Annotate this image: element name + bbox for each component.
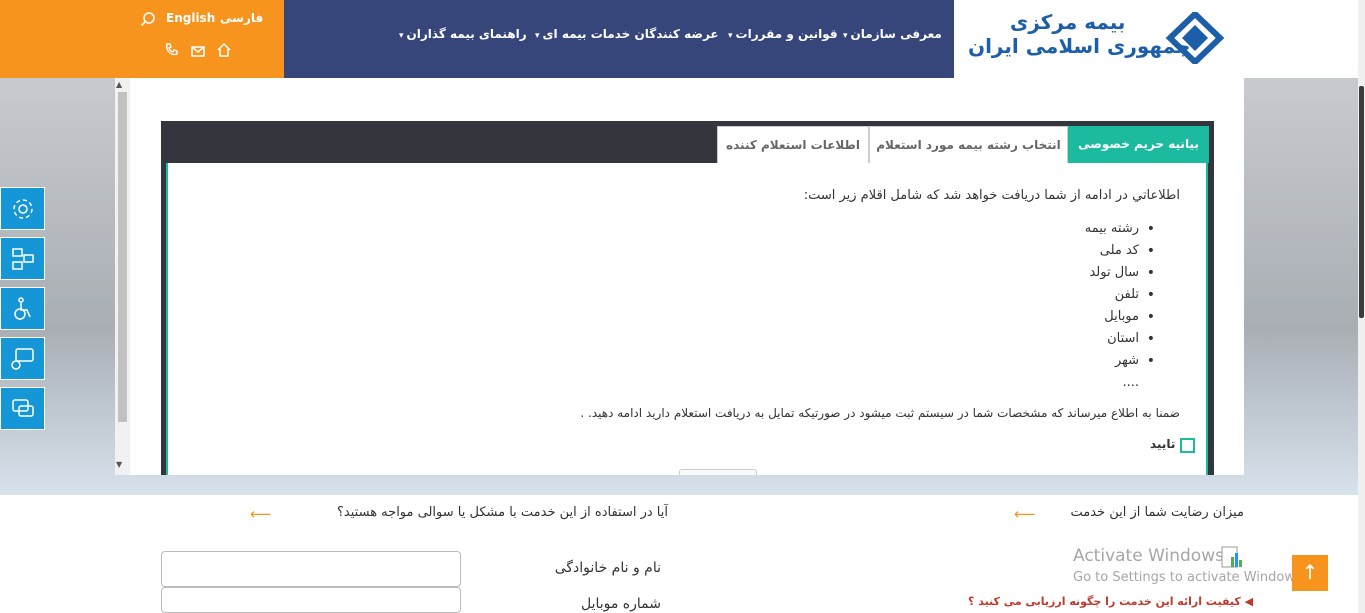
logo-subtitle: جمهوری اسلامی ایران	[968, 34, 1191, 58]
settings-button[interactable]	[0, 187, 45, 230]
nav-laws[interactable]: ▾ قوانین و مقررات	[728, 27, 838, 41]
logo-title: بیمه مرکزی	[1010, 10, 1126, 34]
tab-privacy-statement[interactable]: بیانیه حریم خصوصی	[1068, 126, 1209, 163]
list-item: رشته بیمه	[1085, 218, 1155, 240]
privacy-items-list: رشته بیمه کد ملی سال تولد تلفن موبایل اس…	[1085, 218, 1156, 394]
lang-english-link[interactable]: English	[166, 11, 215, 25]
nav-about[interactable]: ▾ معرفی سازمان	[843, 27, 942, 41]
phone-icon[interactable]	[164, 42, 180, 58]
chevron-down-icon: ▾	[728, 31, 733, 41]
comments-icon	[12, 399, 34, 417]
mobile-input[interactable]	[161, 587, 461, 613]
mail-icon[interactable]	[190, 42, 206, 58]
lang-farsi-link[interactable]: فارسی	[220, 11, 263, 25]
windows-activation-subtitle: Go to Settings to activate Windows.	[1073, 570, 1306, 585]
sitemap-button[interactable]	[0, 237, 45, 280]
content-scrollbar-thumb[interactable]	[118, 92, 127, 422]
privacy-intro-text: اطلاعاتي در ادامه از شما دریافت خواهد شد…	[803, 188, 1180, 203]
nav-providers-label: عرضه کنندگان خدمات بیمه ای	[542, 27, 719, 41]
tab-requester-info[interactable]: اطلاعات استعلام کننده	[717, 126, 869, 163]
scroll-to-top-button[interactable]: ↑	[1292, 555, 1328, 591]
scroll-down-arrow-icon[interactable]: ▼	[116, 460, 122, 469]
windows-activation-title: Activate Windows	[1073, 546, 1224, 566]
problem-heading: آیا در استفاده از این خدمت با مشکل یا سو…	[337, 505, 668, 520]
wheelchair-icon	[14, 297, 31, 320]
registration-notice: ضمنا به اطلاع میرساند که مشخصات شما در س…	[580, 406, 1180, 420]
arrow-left-icon: ⟵	[250, 505, 272, 523]
chevron-down-icon: ▾	[399, 31, 404, 41]
confirm-checkbox[interactable]	[1180, 438, 1195, 453]
chevron-down-icon: ▾	[843, 31, 848, 41]
chat-icon	[11, 348, 34, 370]
scroll-up-arrow-icon[interactable]: ▲	[116, 80, 122, 89]
list-item: شهر	[1085, 350, 1155, 372]
logo-emblem-icon	[1165, 12, 1225, 64]
tab-panel	[166, 163, 1208, 475]
nav-providers[interactable]: ▾ عرضه کنندگان خدمات بیمه ای	[535, 27, 719, 41]
list-item: استان	[1085, 328, 1155, 350]
arrow-left-icon: ⟵	[1014, 505, 1036, 523]
accessibility-button[interactable]	[0, 287, 45, 330]
messages-button[interactable]	[0, 387, 45, 430]
triangle-bullet-icon: ◀	[1244, 595, 1254, 608]
nav-guide[interactable]: ▾ راهنمای بیمه گذاران	[399, 27, 527, 41]
list-item: موبایل	[1085, 306, 1155, 328]
evaluation-question: ◀ کیفیت ارائه این خدمت را چگونه ارزیابی …	[968, 595, 1253, 608]
home-icon[interactable]	[216, 42, 232, 58]
nav-laws-label: قوانین و مقررات	[735, 27, 838, 41]
list-item: سال تولد	[1085, 262, 1155, 284]
arrow-up-icon: ↑	[1301, 560, 1319, 584]
next-button[interactable]	[679, 469, 757, 475]
confirm-label[interactable]: تایید	[1150, 437, 1175, 451]
mobile-label: شماره موبایل	[580, 596, 661, 612]
sitemap-icon	[12, 248, 34, 270]
nav-guide-label: راهنمای بیمه گذاران	[406, 27, 527, 41]
nav-about-label: معرفی سازمان	[850, 27, 942, 41]
gear-icon	[13, 199, 33, 219]
list-item: کد ملی	[1085, 240, 1155, 262]
search-icon[interactable]	[140, 11, 156, 27]
bar-chart-icon	[1221, 546, 1242, 568]
feedback-button[interactable]	[0, 337, 45, 380]
name-label: نام و نام خانوادگی	[554, 560, 661, 576]
satisfaction-heading: میزان رضایت شما از این خدمت	[1070, 505, 1244, 520]
list-item: تلفن	[1085, 284, 1156, 306]
tab-insurance-field[interactable]: انتخاب رشته بیمه مورد استعلام	[869, 126, 1068, 163]
chevron-down-icon: ▾	[535, 31, 540, 41]
name-input[interactable]	[161, 551, 461, 587]
list-item-ellipsis: ....	[1122, 375, 1139, 390]
evaluation-question-text: کیفیت ارائه این خدمت را چگونه ارزیابی می…	[968, 595, 1241, 608]
page-scrollbar-thumb[interactable]	[1359, 86, 1364, 318]
